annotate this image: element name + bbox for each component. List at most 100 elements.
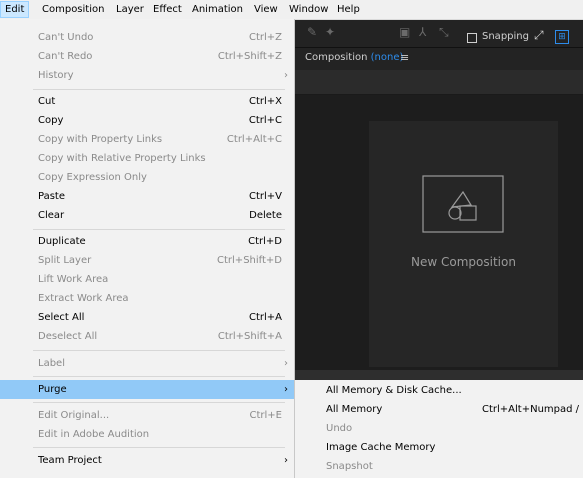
menu-item-shortcut: Ctrl+D [248, 236, 282, 247]
menu-item-label: Lift Work Area [38, 274, 109, 285]
menu-item-copy-with-relative-property-links[interactable]: Copy with Relative Property Links [0, 149, 294, 168]
menu-item-shortcut: Ctrl+Shift+D [217, 255, 282, 266]
submenu-item-all-memory-disk-cache[interactable]: All Memory & Disk Cache... [295, 381, 583, 400]
menu-item-shortcut: Ctrl+Shift+Z [217, 51, 282, 62]
menu-item-label: Select All [38, 312, 85, 323]
menu-separator [33, 402, 285, 403]
menu-item-label: Copy [38, 115, 64, 126]
menu-item-undo[interactable]: Can't Undo Ctrl+Z [0, 28, 294, 47]
menu-effect[interactable]: Effect [149, 1, 186, 18]
menu-item-label: Edit in Adobe Audition [38, 429, 150, 440]
menu-item-redo[interactable]: Can't Redo Ctrl+Shift+Z [0, 47, 294, 66]
menu-item-label: Can't Undo [38, 32, 94, 43]
menu-window[interactable]: Window [285, 1, 332, 18]
menu-item-copy-with-property-links[interactable]: Copy with Property Links Ctrl+Alt+C [0, 130, 294, 149]
menu-item-label: Can't Redo [38, 51, 93, 62]
menu-item-label: History [38, 70, 74, 81]
new-composition-button[interactable] [369, 121, 558, 367]
menu-separator [33, 89, 285, 90]
menu-item-cut[interactable]: Cut Ctrl+X [0, 92, 294, 111]
menu-item-shortcut: Ctrl+Z [248, 32, 282, 43]
menu-item-label: Copy with Property Links [38, 134, 163, 145]
menu-item-shortcut: Ctrl+Shift+A [217, 331, 282, 342]
menu-item-extract-work-area[interactable]: Extract Work Area [0, 289, 294, 308]
menu-item-shortcut: Ctrl+Alt+C [226, 134, 282, 145]
submenu-item-all-memory[interactable]: All Memory Ctrl+Alt+Numpad / [295, 400, 583, 419]
chevron-right-icon: › [284, 384, 288, 395]
menu-item-label: Image Cache Memory [326, 442, 436, 453]
menu-item-shortcut: Ctrl+X [248, 96, 282, 107]
puppet-pin-icon[interactable]: ✎ [307, 25, 317, 39]
menu-animation[interactable]: Animation [188, 1, 247, 18]
submenu-item-image-cache-memory[interactable]: Image Cache Memory [295, 438, 583, 457]
pin-tool-icon[interactable]: ✦ [325, 25, 335, 39]
menu-item-label: Copy Expression Only [38, 172, 147, 183]
menu-bar: Edit Composition Layer Effect Animation … [0, 0, 583, 20]
new-composition-label: New Composition [411, 255, 516, 269]
chevron-right-icon: › [284, 70, 288, 81]
menu-layer[interactable]: Layer [112, 1, 148, 18]
menu-item-label: Team Project [38, 455, 102, 466]
menu-item-edit-original[interactable]: Edit Original... Ctrl+E [0, 406, 294, 425]
menu-item-shortcut: Ctrl+C [248, 115, 282, 126]
menu-item-clear[interactable]: Clear Delete [0, 206, 294, 225]
menu-item-label: Extract Work Area [38, 293, 129, 304]
snapping-label: Snapping [482, 31, 529, 42]
menu-item-label: Snapshot [326, 461, 373, 472]
menu-separator [33, 447, 285, 448]
menu-item-label: Split Layer [38, 255, 92, 266]
menu-item-label: Cut [38, 96, 56, 107]
menu-item-label: Paste [38, 191, 65, 202]
menu-view[interactable]: View [250, 1, 282, 18]
composition-panel-header: Composition (none) ≡ [295, 48, 583, 70]
menu-item-shortcut: Ctrl+A [248, 312, 282, 323]
menu-item-label: Duplicate [38, 236, 86, 247]
menu-composition[interactable]: Composition [38, 1, 108, 18]
menu-item-select-all[interactable]: Select All Ctrl+A [0, 308, 294, 327]
menu-item-label-submenu[interactable]: Label › [0, 354, 294, 373]
menu-separator [33, 229, 285, 230]
menu-item-paste[interactable]: Paste Ctrl+V [0, 187, 294, 206]
menu-item-shortcut: Ctrl+V [248, 191, 282, 202]
menu-item-duplicate[interactable]: Duplicate Ctrl+D [0, 232, 294, 251]
menu-item-shortcut: Ctrl+Alt+Numpad / [482, 404, 580, 415]
menu-item-shortcut: Ctrl+E [249, 410, 283, 421]
menu-item-split-layer[interactable]: Split Layer Ctrl+Shift+D [0, 251, 294, 270]
hamburger-icon[interactable]: ≡ [400, 51, 409, 64]
menu-item-history[interactable]: History › [0, 66, 294, 85]
menu-item-deselect-all[interactable]: Deselect All Ctrl+Shift+A [0, 327, 294, 346]
submenu-item-undo[interactable]: Undo [295, 419, 583, 438]
menu-item-label: Edit Original... [38, 410, 110, 421]
menu-item-edit-in-adobe-audition[interactable]: Edit in Adobe Audition [0, 425, 294, 444]
menu-item-team-project[interactable]: Team Project › [0, 451, 294, 470]
menu-item-label: All Memory & Disk Cache... [326, 385, 462, 396]
snap-options-icon[interactable]: ⤢ [534, 28, 544, 43]
composition-title-name: (none) [370, 52, 404, 63]
composition-title-prefix: Composition [305, 52, 368, 63]
axis-local-icon[interactable]: ▣ [399, 25, 410, 39]
menu-item-purge[interactable]: Purge › [0, 380, 294, 399]
menu-item-label: All Memory [326, 404, 383, 415]
axis-world-icon[interactable]: ⅄ [419, 25, 426, 39]
submenu-item-snapshot[interactable]: Snapshot [295, 457, 583, 476]
edit-menu: Can't Undo Ctrl+Z Can't Redo Ctrl+Shift+… [0, 19, 295, 478]
menu-help[interactable]: Help [333, 1, 364, 18]
snap-grid-icon[interactable]: ⊞ [555, 30, 569, 44]
snapping-checkbox[interactable] [467, 33, 477, 43]
menu-item-copy[interactable]: Copy Ctrl+C [0, 111, 294, 130]
chevron-right-icon: › [284, 358, 288, 369]
menu-item-shortcut: Delete [249, 210, 282, 221]
menu-item-label: Undo [326, 423, 353, 434]
purge-submenu: All Memory & Disk Cache... All Memory Ct… [294, 380, 583, 478]
menu-separator [33, 350, 285, 351]
composition-panel-title[interactable]: Composition (none) [305, 52, 403, 63]
menu-edit[interactable]: Edit [0, 1, 30, 18]
new-composition-icon [422, 175, 504, 233]
menu-separator [33, 376, 285, 377]
menu-item-lift-work-area[interactable]: Lift Work Area [0, 270, 294, 289]
menu-item-label: Purge [38, 384, 67, 395]
menu-item-label: Deselect All [38, 331, 98, 342]
chevron-right-icon: › [284, 455, 288, 466]
menu-item-copy-expression-only[interactable]: Copy Expression Only [0, 168, 294, 187]
axis-view-icon[interactable]: ⤡ [439, 25, 449, 40]
